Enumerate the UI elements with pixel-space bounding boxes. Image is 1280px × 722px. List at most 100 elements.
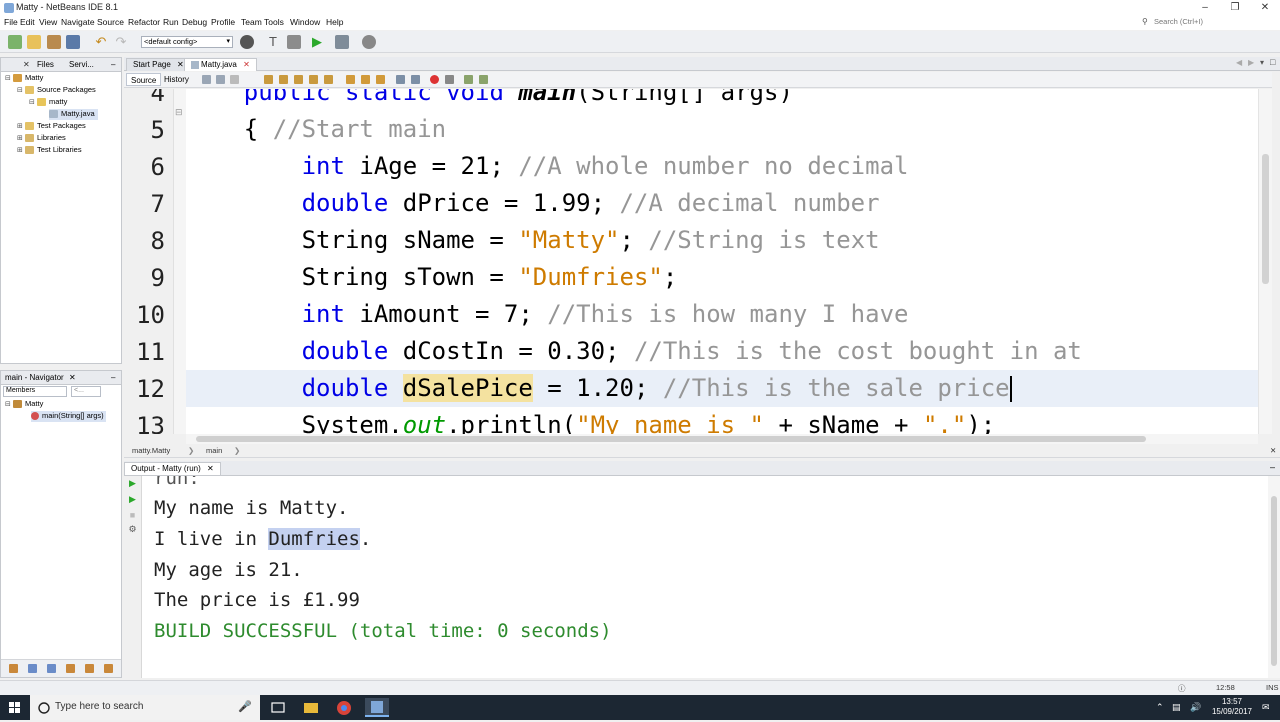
notifications-icon[interactable]: ⓘ xyxy=(1178,683,1186,694)
minimize-panel-icon[interactable]: – xyxy=(111,373,115,382)
close-tab-icon[interactable]: ✕ xyxy=(243,60,250,69)
scroll-tabs-right-icon[interactable]: ▶ xyxy=(1248,58,1254,67)
action-center-icon[interactable]: ✉ xyxy=(1262,702,1270,713)
menu-profile[interactable]: Profile xyxy=(211,17,235,27)
clean-build-icon[interactable] xyxy=(287,35,301,49)
minimize-button[interactable]: – xyxy=(1190,0,1220,16)
navigator-title[interactable]: main - Navigator xyxy=(5,373,64,382)
build-hammer-icon[interactable]: T xyxy=(266,35,280,49)
history-view-button[interactable]: History xyxy=(160,73,193,86)
new-file-icon[interactable] xyxy=(8,35,22,49)
fold-collapse-icon[interactable]: ⊟ xyxy=(175,107,183,118)
rerun-icon[interactable]: ▶ xyxy=(127,478,138,489)
tab-files[interactable]: Files xyxy=(37,60,54,69)
menu-team[interactable]: Team xyxy=(241,17,262,27)
close-tab-icon[interactable]: ✕ xyxy=(207,464,214,473)
shift-left-icon[interactable] xyxy=(396,75,405,84)
menu-source[interactable]: Source xyxy=(97,17,124,27)
find-next-icon[interactable] xyxy=(294,75,303,84)
close-panel-icon[interactable]: ✕ xyxy=(23,60,30,69)
taskbar-search[interactable]: Type here to search 🎤 xyxy=(30,695,260,720)
close-breadcrumb-icon[interactable]: ✕ xyxy=(1270,446,1276,455)
tree-item-libraries[interactable]: ⊞ Libraries xyxy=(17,133,66,144)
menu-run[interactable]: Run xyxy=(163,17,179,27)
tree-item-java-file[interactable]: Matty.java xyxy=(49,109,98,120)
code-line[interactable]: int iAge = 21; //A whole number no decim… xyxy=(186,148,1258,185)
search-input[interactable]: Search (Ctrl+I) xyxy=(1154,17,1203,26)
nav-item-class[interactable]: ⊟ Matty xyxy=(5,399,43,410)
new-project-icon[interactable] xyxy=(27,35,41,49)
collapse-icon[interactable]: ⊟ xyxy=(5,400,13,408)
filter-static-icon[interactable] xyxy=(28,664,37,673)
output-console[interactable]: run: My name is Matty. I live in Dumfrie… xyxy=(142,476,1268,678)
output-vertical-scrollbar[interactable] xyxy=(1268,476,1280,678)
volume-icon[interactable]: 🔊 xyxy=(1190,702,1201,713)
code-line[interactable]: String sTown = "Dumfries"; xyxy=(186,259,1258,296)
tree-item-test-packages[interactable]: ⊞ Test Packages xyxy=(17,121,86,132)
netbeans-taskbar-icon[interactable] xyxy=(365,698,389,717)
filter-inherited-icon[interactable] xyxy=(66,664,75,673)
run-project-icon[interactable]: ▶ xyxy=(310,35,324,49)
editor-horizontal-scrollbar[interactable] xyxy=(186,434,1258,444)
code-line[interactable]: public static void main(String[] args) xyxy=(186,89,1258,111)
quick-search[interactable]: ⚲ Search (Ctrl+I) xyxy=(1142,16,1270,28)
collapse-icon[interactable]: ⊟ xyxy=(29,98,37,106)
previous-bookmark-icon[interactable] xyxy=(346,75,355,84)
expand-icon[interactable]: ⊞ xyxy=(17,134,25,142)
code-line[interactable]: double dCostIn = 0.30; //This is the cos… xyxy=(186,333,1258,370)
menu-view[interactable]: View xyxy=(39,17,57,27)
maximize-button[interactable]: ❐ xyxy=(1220,0,1250,16)
maximize-editor-icon[interactable]: □ xyxy=(1270,57,1275,67)
document-list-icon[interactable]: ▾ xyxy=(1260,58,1264,67)
scrollbar-thumb[interactable] xyxy=(196,436,1146,442)
breadcrumb-class[interactable]: matty.Matty xyxy=(132,446,170,455)
source-view-button[interactable]: Source xyxy=(126,73,162,86)
menu-debug[interactable]: Debug xyxy=(182,17,207,27)
debug-project-icon[interactable] xyxy=(335,35,349,49)
code-line[interactable]: System.out.println("My name is " + sName… xyxy=(186,407,1258,434)
code-line[interactable]: { //Start main xyxy=(186,111,1258,148)
shift-right-icon[interactable] xyxy=(411,75,420,84)
stop-icon[interactable]: ■ xyxy=(127,510,138,521)
toggle-highlight-icon[interactable] xyxy=(309,75,318,84)
secondary-filter-select[interactable]: <... xyxy=(71,386,101,397)
tree-item-test-libraries[interactable]: ⊞ Test Libraries xyxy=(17,145,82,156)
network-icon[interactable]: ▤ xyxy=(1172,702,1181,713)
menu-edit[interactable]: Edit xyxy=(20,17,35,27)
microphone-icon[interactable]: 🎤 xyxy=(238,700,252,713)
menu-file[interactable]: File xyxy=(4,17,18,27)
next-bookmark-icon[interactable] xyxy=(361,75,370,84)
sort-name-icon[interactable] xyxy=(85,664,94,673)
breadcrumb-method[interactable]: main xyxy=(206,446,222,455)
menu-help[interactable]: Help xyxy=(326,17,343,27)
sort-source-icon[interactable] xyxy=(104,664,113,673)
members-filter-select[interactable]: Members xyxy=(3,386,67,397)
filter-fields-icon[interactable] xyxy=(9,664,18,673)
tab-services[interactable]: Servi... xyxy=(69,60,94,69)
code-line-current[interactable]: double dSalePice = 1.20; //This is the s… xyxy=(186,370,1258,407)
uncomment-icon[interactable] xyxy=(479,75,488,84)
stop-macro-icon[interactable] xyxy=(445,75,454,84)
filter-nonpublic-icon[interactable] xyxy=(47,664,56,673)
close-tab-icon[interactable]: ✕ xyxy=(177,60,184,69)
find-selection-icon[interactable] xyxy=(264,75,273,84)
chrome-icon[interactable] xyxy=(334,698,354,717)
taskbar-clock[interactable]: 13:57 15/09/2017 xyxy=(1212,697,1252,717)
menu-tools[interactable]: Tools xyxy=(264,17,284,27)
tree-item-source-packages[interactable]: ⊟ Source Packages xyxy=(17,85,96,96)
minimize-panel-icon[interactable]: – xyxy=(111,60,115,69)
toggle-bookmark-icon[interactable] xyxy=(376,75,385,84)
back-icon[interactable] xyxy=(216,75,225,84)
code-editor[interactable]: public static void main(String[] args) {… xyxy=(186,89,1258,434)
rerun-customized-icon[interactable]: ▶ xyxy=(127,494,138,505)
last-edit-icon[interactable] xyxy=(202,75,211,84)
tab-output[interactable]: Output - Matty (run) ✕ xyxy=(124,462,221,475)
open-project-icon[interactable] xyxy=(47,35,61,49)
build-target-icon[interactable] xyxy=(240,35,254,49)
file-explorer-icon[interactable] xyxy=(301,698,321,717)
code-line[interactable]: String sName = "Matty"; //String is text xyxy=(186,222,1258,259)
minimize-panel-icon[interactable]: – xyxy=(1270,462,1275,472)
close-button[interactable]: ✕ xyxy=(1250,0,1280,16)
code-line[interactable]: int iAmount = 7; //This is how many I ha… xyxy=(186,296,1258,333)
expand-icon[interactable]: ⊞ xyxy=(17,146,25,154)
